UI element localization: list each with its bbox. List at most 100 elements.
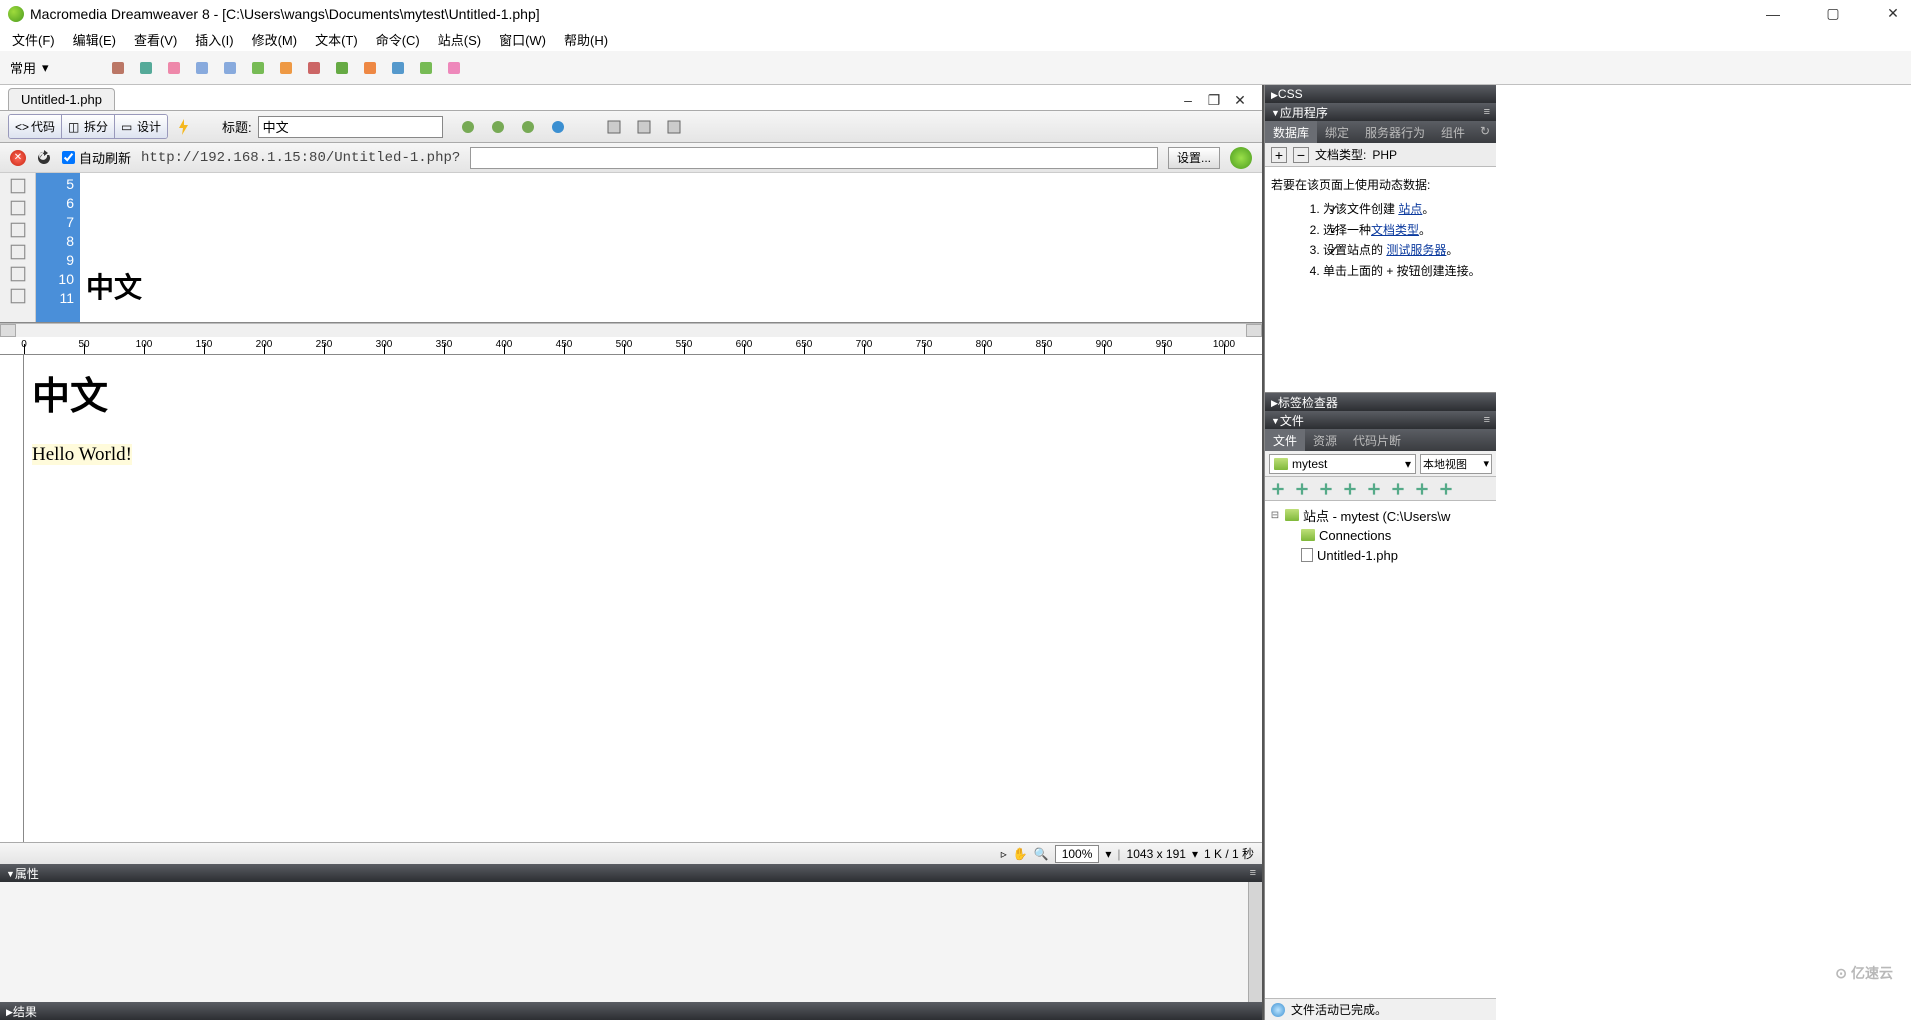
- live-view-button[interactable]: [174, 116, 196, 138]
- remove-connection-button[interactable]: −: [1293, 147, 1309, 163]
- scroll-right-button[interactable]: [1246, 324, 1262, 337]
- sync-icon[interactable]: [1413, 480, 1431, 498]
- menu-f[interactable]: 文件(F): [4, 28, 63, 51]
- add-connection-button[interactable]: +: [1271, 147, 1287, 163]
- app-tab-0[interactable]: 数据库: [1265, 121, 1317, 143]
- tag-inspector-header[interactable]: 标签检查器: [1265, 393, 1496, 411]
- get-icon[interactable]: [1317, 480, 1335, 498]
- refresh-icon[interactable]: [603, 116, 625, 138]
- auto-refresh-checkbox[interactable]: 自动刷新: [62, 148, 131, 167]
- doc-minimize-button[interactable]: –: [1178, 90, 1198, 110]
- insert-tool-4-icon[interactable]: [219, 57, 241, 79]
- insert-tool-11-icon[interactable]: [415, 57, 437, 79]
- app-tab-1[interactable]: 绑定: [1317, 121, 1357, 143]
- minimize-button[interactable]: —: [1763, 4, 1783, 24]
- tree-root[interactable]: ⊟站点 - mytest (C:\Users\w: [1269, 505, 1492, 525]
- site-select[interactable]: mytest▾: [1269, 454, 1416, 474]
- properties-panel-header[interactable]: 属性 ≡: [0, 864, 1262, 882]
- checkout-icon[interactable]: [1365, 480, 1383, 498]
- chevron-down-icon[interactable]: ▾: [1192, 847, 1198, 861]
- auto-refresh-input[interactable]: [62, 151, 75, 164]
- code-tool-5-icon[interactable]: [9, 287, 27, 305]
- menu-t[interactable]: 文本(T): [307, 28, 366, 51]
- code-tool-3-icon[interactable]: [9, 243, 27, 261]
- scroll-left-button[interactable]: [0, 324, 16, 337]
- preview-icon[interactable]: [487, 116, 509, 138]
- refresh-icon[interactable]: [1293, 480, 1311, 498]
- menu-s[interactable]: 站点(S): [430, 28, 489, 51]
- chevron-down-icon[interactable]: ▾: [1105, 847, 1111, 861]
- code-tool-4-icon[interactable]: [9, 265, 27, 283]
- expand-icon[interactable]: [1437, 480, 1455, 498]
- code-tool-0-icon[interactable]: [9, 177, 27, 195]
- options-icon[interactable]: [633, 116, 655, 138]
- insert-tool-2-icon[interactable]: [163, 57, 185, 79]
- panel-options-icon[interactable]: ≡: [1484, 106, 1490, 118]
- menu-i[interactable]: 插入(I): [187, 28, 241, 51]
- view-select[interactable]: 本地视图▾: [1420, 454, 1492, 474]
- stop-button[interactable]: ✕: [10, 150, 26, 166]
- app-panel-header[interactable]: 应用程序≡: [1265, 103, 1496, 121]
- file-tree[interactable]: ⊟站点 - mytest (C:\Users\w Connections Unt…: [1265, 501, 1496, 998]
- code-view-button[interactable]: <>代码: [9, 115, 62, 138]
- maximize-button[interactable]: ▢: [1823, 4, 1843, 24]
- code-hscrollbar[interactable]: [0, 323, 1262, 337]
- code-tool-2-icon[interactable]: [9, 221, 27, 239]
- app-tab-3[interactable]: 组件: [1433, 121, 1473, 143]
- insert-tool-5-icon[interactable]: [247, 57, 269, 79]
- menu-m[interactable]: 修改(M): [244, 28, 306, 51]
- validate-icon[interactable]: [457, 116, 479, 138]
- insert-category-dropdown[interactable]: 常用 ▾: [10, 58, 49, 77]
- insert-tool-10-icon[interactable]: [387, 57, 409, 79]
- properties-scrollbar[interactable]: [1248, 882, 1262, 1002]
- doc-restore-button[interactable]: ❐: [1204, 90, 1224, 110]
- design-view[interactable]: 中文 Hello World!: [24, 355, 1262, 842]
- insert-tool-6-icon[interactable]: [275, 57, 297, 79]
- insert-tool-7-icon[interactable]: [303, 57, 325, 79]
- collapse-icon[interactable]: ⊟: [1269, 510, 1281, 521]
- insert-tool-3-icon[interactable]: [191, 57, 213, 79]
- refresh-icon[interactable]: ↻: [1474, 121, 1496, 143]
- files-tab-0[interactable]: 文件: [1265, 429, 1305, 451]
- insert-tool-8-icon[interactable]: [331, 57, 353, 79]
- menu-v[interactable]: 查看(V): [126, 28, 185, 51]
- go-button[interactable]: [1230, 147, 1252, 169]
- code-tool-1-icon[interactable]: [9, 199, 27, 217]
- insert-tool-1-icon[interactable]: [135, 57, 157, 79]
- code-editor[interactable]: <span class="txt">中文</span> 中文: [80, 173, 1262, 322]
- globe-icon[interactable]: [547, 116, 569, 138]
- checkin-icon[interactable]: [1389, 480, 1407, 498]
- files-tab-2[interactable]: 代码片断: [1345, 429, 1409, 451]
- insert-tool-12-icon[interactable]: [443, 57, 465, 79]
- db-link[interactable]: 文档类型: [1371, 223, 1419, 237]
- files-tab-1[interactable]: 资源: [1305, 429, 1345, 451]
- db-link[interactable]: 站点: [1398, 202, 1422, 216]
- visual-aids-icon[interactable]: [663, 116, 685, 138]
- panel-options-icon[interactable]: ≡: [1484, 414, 1490, 426]
- settings-button[interactable]: 设置...: [1168, 147, 1220, 169]
- split-view-button[interactable]: ◫拆分: [62, 115, 115, 138]
- preview-text[interactable]: Hello World!: [32, 444, 132, 465]
- doc-close-button[interactable]: ✕: [1230, 90, 1250, 110]
- menu-c[interactable]: 命令(C): [368, 28, 428, 51]
- address-combo[interactable]: [470, 147, 1158, 169]
- insert-tool-9-icon[interactable]: [359, 57, 381, 79]
- preview-h1[interactable]: 中文: [32, 365, 1254, 420]
- refresh-icon[interactable]: [36, 150, 52, 166]
- zoom-level[interactable]: 100%: [1055, 845, 1100, 863]
- design-view-button[interactable]: ▭设计: [115, 115, 167, 138]
- connect-icon[interactable]: [1269, 480, 1287, 498]
- document-tab[interactable]: Untitled-1.php: [8, 88, 115, 110]
- results-panel-header[interactable]: 结果: [0, 1002, 1262, 1020]
- tree-item-file[interactable]: Untitled-1.php: [1269, 545, 1492, 565]
- close-button[interactable]: ✕: [1883, 4, 1903, 24]
- put-icon[interactable]: [1341, 480, 1359, 498]
- app-tab-2[interactable]: 服务器行为: [1357, 121, 1433, 143]
- insert-tool-0-icon[interactable]: [107, 57, 129, 79]
- db-link[interactable]: 测试服务器: [1386, 243, 1446, 257]
- panel-options-icon[interactable]: ≡: [1250, 867, 1256, 879]
- css-panel-header[interactable]: CSS: [1265, 85, 1496, 103]
- menu-e[interactable]: 编辑(E): [65, 28, 124, 51]
- hand-tool-icon[interactable]: ✋: [1013, 847, 1028, 861]
- window-dimensions[interactable]: 1043 x 191: [1127, 847, 1186, 861]
